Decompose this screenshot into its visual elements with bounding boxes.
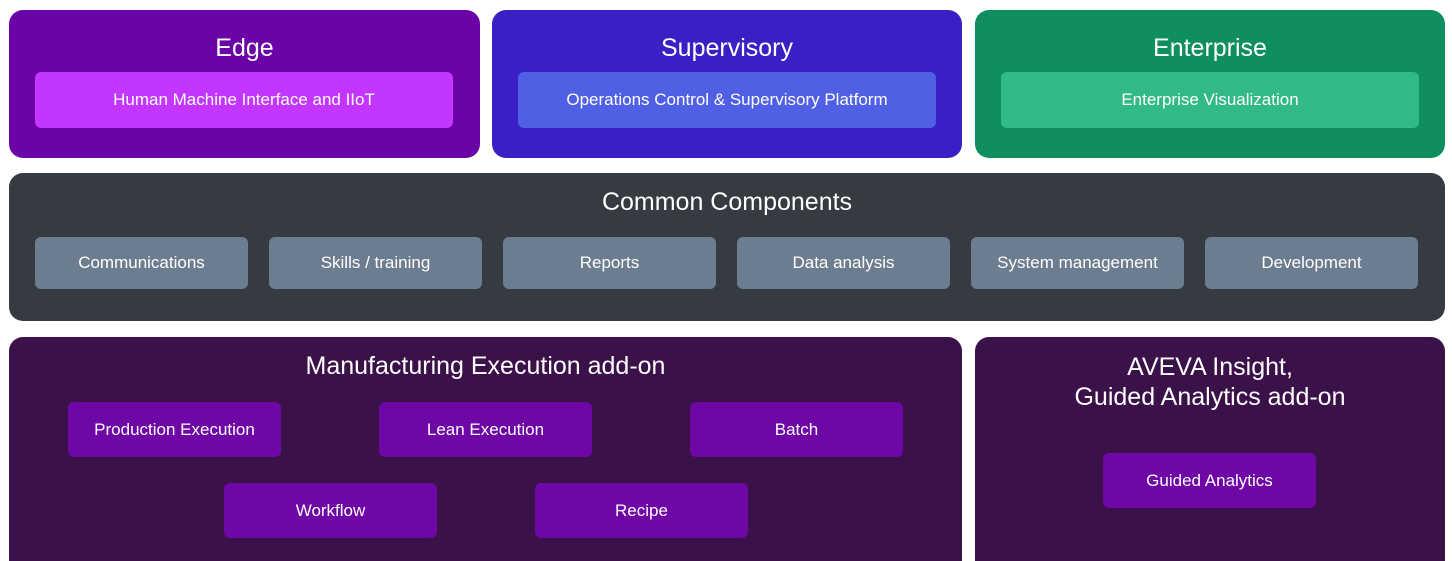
- skills-training-box[interactable]: Skills / training: [269, 237, 482, 289]
- manufacturing-execution-panel: Manufacturing Execution add-on Productio…: [9, 337, 962, 561]
- aveva-insight-panel: AVEVA Insight, Guided Analytics add-on G…: [975, 337, 1445, 561]
- reports-box[interactable]: Reports: [503, 237, 716, 289]
- supervisory-panel: Supervisory Operations Control & Supervi…: [492, 10, 962, 158]
- recipe-box[interactable]: Recipe: [535, 483, 748, 538]
- communications-box[interactable]: Communications: [35, 237, 248, 289]
- enterprise-visualization-box[interactable]: Enterprise Visualization: [1001, 72, 1419, 128]
- aveva-insight-title: AVEVA Insight,: [1127, 353, 1293, 381]
- common-components-title: Common Components: [601, 188, 853, 216]
- guided-analytics-box[interactable]: Guided Analytics: [1103, 453, 1316, 508]
- supervisory-title: Supervisory: [661, 34, 793, 62]
- common-components-panel: Common Components Communications Skills …: [9, 173, 1445, 321]
- edge-title: Edge: [215, 34, 274, 62]
- manufacturing-execution-title: Manufacturing Execution add-on: [305, 352, 666, 380]
- data-analysis-box[interactable]: Data analysis: [737, 237, 950, 289]
- development-box[interactable]: Development: [1205, 237, 1418, 289]
- system-management-box[interactable]: System management: [971, 237, 1184, 289]
- workflow-box[interactable]: Workflow: [224, 483, 437, 538]
- batch-box[interactable]: Batch: [690, 402, 903, 457]
- lean-execution-box[interactable]: Lean Execution: [379, 402, 592, 457]
- production-execution-box[interactable]: Production Execution: [68, 402, 281, 457]
- edge-panel: Edge Human Machine Interface and IIoT: [9, 10, 480, 158]
- operations-control-box[interactable]: Operations Control & Supervisory Platfor…: [518, 72, 936, 128]
- hmi-iiot-box[interactable]: Human Machine Interface and IIoT: [35, 72, 453, 128]
- guided-analytics-addon-title: Guided Analytics add-on: [1074, 383, 1346, 411]
- enterprise-panel: Enterprise Enterprise Visualization: [975, 10, 1445, 158]
- enterprise-title: Enterprise: [1153, 34, 1267, 62]
